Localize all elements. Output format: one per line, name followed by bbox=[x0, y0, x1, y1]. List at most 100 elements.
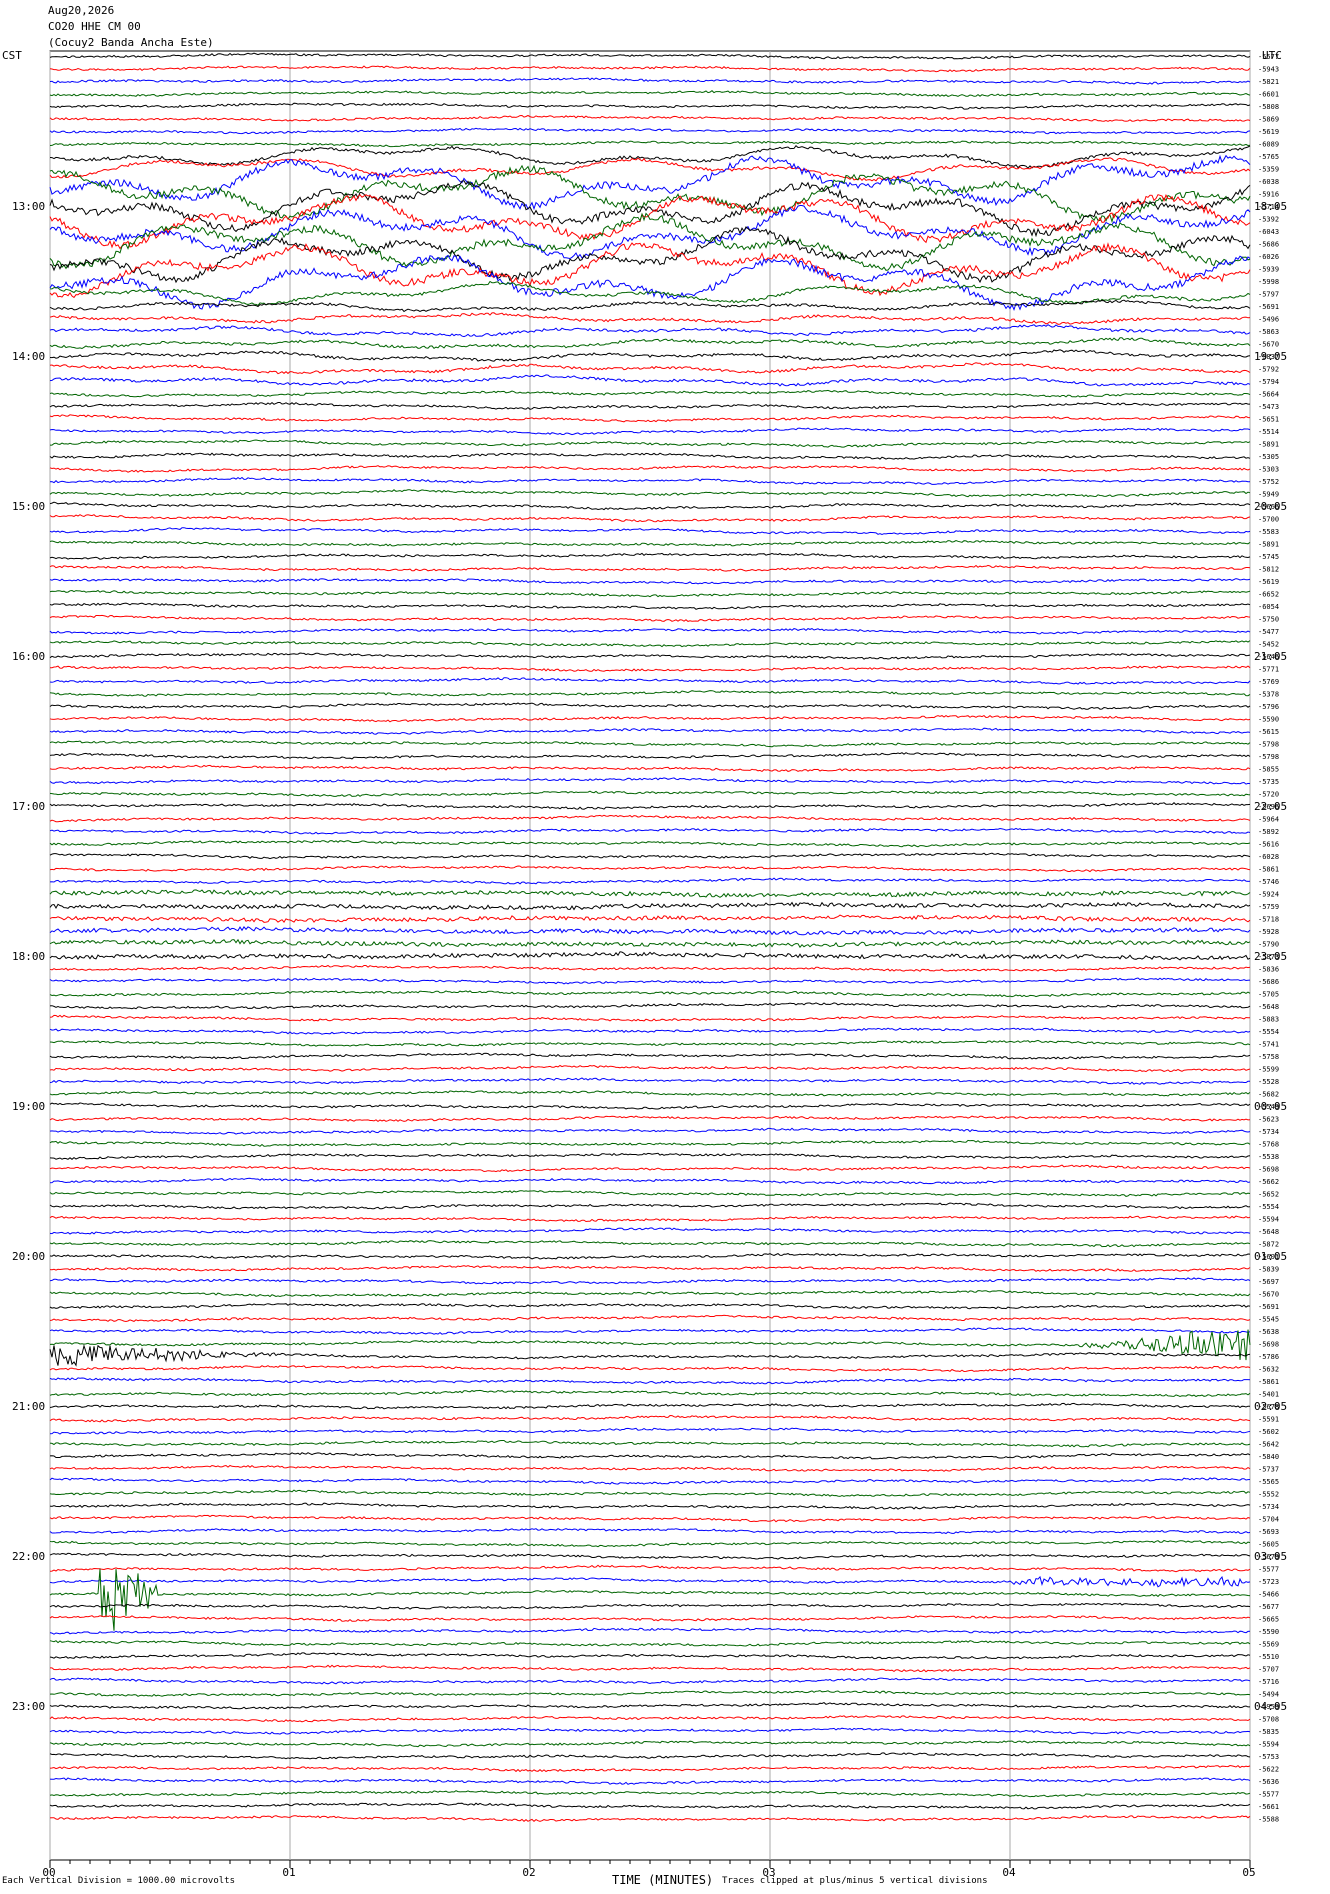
trace-line bbox=[49, 677, 1251, 685]
trace-line bbox=[49, 865, 1251, 873]
trace-line bbox=[49, 212, 1251, 271]
trace-offset-label: -5545 bbox=[1258, 1316, 1279, 1324]
trace-line bbox=[49, 1039, 1251, 1047]
trace-line bbox=[49, 389, 1251, 398]
trace-line bbox=[49, 1377, 1251, 1385]
trace-offset-label: -5836 bbox=[1258, 966, 1279, 974]
trace-line bbox=[49, 1464, 1251, 1472]
trace-line bbox=[49, 1002, 1251, 1010]
trace-offset-label: -5837 bbox=[1258, 353, 1279, 361]
trace-offset-label: -5949 bbox=[1258, 491, 1279, 499]
trace-line bbox=[49, 790, 1251, 797]
trace-offset-label: -5378 bbox=[1258, 691, 1279, 699]
trace-offset-label: -6601 bbox=[1258, 91, 1279, 99]
trace-offset-label: -5554 bbox=[1258, 1028, 1279, 1036]
trace-line bbox=[49, 777, 1251, 785]
trace-offset-label: -5718 bbox=[1258, 916, 1279, 924]
trace-offset-label: -5840 bbox=[1258, 1453, 1279, 1461]
trace-offset-label: -5797 bbox=[1258, 291, 1279, 299]
trace-line bbox=[49, 1715, 1251, 1723]
trace-offset-label: -5601 bbox=[1258, 1253, 1279, 1261]
trace-line bbox=[49, 514, 1251, 523]
trace-line bbox=[49, 180, 1251, 238]
clip-note: Traces clipped at plus/minus 5 vertical … bbox=[722, 1876, 988, 1886]
trace-line bbox=[49, 802, 1251, 810]
trace-line bbox=[49, 401, 1250, 410]
trace-line bbox=[50, 439, 1251, 448]
trace-offset-label: -5554 bbox=[1258, 1203, 1279, 1211]
trace-line bbox=[49, 1575, 1251, 1588]
trace-offset-label: -5591 bbox=[1258, 1416, 1279, 1424]
trace-offset-label: -5577 bbox=[1258, 1791, 1279, 1799]
trace-offset-label: -5741 bbox=[1258, 1041, 1279, 1049]
trace-offset-label: -5752 bbox=[1258, 478, 1279, 486]
trace-offset-label: -5891 bbox=[1258, 541, 1279, 549]
trace-line bbox=[49, 489, 1251, 498]
trace-offset-label: -5839 bbox=[1258, 1266, 1279, 1274]
trace-offset-label: -5716 bbox=[1258, 1678, 1279, 1686]
left-hour-label: 23:00 bbox=[12, 1700, 45, 1713]
trace-offset-label: -5583 bbox=[1258, 528, 1279, 536]
trace-offset-label: -5700 bbox=[1258, 516, 1279, 524]
trace-offset-label: -5528 bbox=[1258, 1078, 1279, 1086]
trace-offset-label: -5771 bbox=[1258, 666, 1279, 674]
trace-line bbox=[49, 65, 1251, 73]
left-hour-label: 22:00 bbox=[12, 1550, 45, 1563]
trace-line bbox=[49, 312, 1251, 325]
trace-line bbox=[49, 1052, 1251, 1060]
trace-line bbox=[49, 1164, 1251, 1173]
trace-line bbox=[49, 1568, 1251, 1631]
trace-offset-label: -5662 bbox=[1258, 1178, 1279, 1186]
trace-offset-label: -5959 bbox=[1258, 1703, 1279, 1711]
left-hour-label: 16:00 bbox=[12, 650, 45, 663]
trace-offset-label: -5401 bbox=[1258, 1391, 1279, 1399]
trace-offset-label: -5697 bbox=[1258, 1278, 1279, 1286]
trace-line bbox=[49, 564, 1251, 572]
trace-line bbox=[49, 901, 1251, 911]
trace-line bbox=[49, 114, 1251, 122]
trace-line bbox=[49, 1452, 1251, 1460]
trace-offset-label: -5869 bbox=[1258, 116, 1279, 124]
trace-line bbox=[49, 1528, 1251, 1535]
trace-offset-label: -5636 bbox=[1258, 1778, 1279, 1786]
trace-offset-label: -5594 bbox=[1258, 1741, 1279, 1749]
trace-line bbox=[49, 1077, 1250, 1085]
trace-line bbox=[49, 1327, 1251, 1335]
trace-line bbox=[49, 52, 1251, 60]
x-tick-label: 04 bbox=[1002, 1866, 1016, 1879]
trace-line bbox=[49, 589, 1251, 598]
trace-line bbox=[49, 1677, 1251, 1685]
trace-offset-label: -5855 bbox=[1258, 766, 1279, 774]
trace-offset-label: -5753 bbox=[1258, 1753, 1279, 1761]
trace-offset-label: -6038 bbox=[1258, 178, 1279, 186]
trace-line bbox=[49, 852, 1251, 860]
trace-line bbox=[49, 964, 1251, 972]
trace-line bbox=[49, 1640, 1251, 1647]
trace-line bbox=[49, 1253, 1251, 1260]
trace-line bbox=[49, 1202, 1251, 1210]
trace-line bbox=[49, 1215, 1251, 1223]
trace-line bbox=[49, 1389, 1251, 1398]
trace-line bbox=[49, 1227, 1251, 1235]
trace-offset-label: -5693 bbox=[1258, 1528, 1279, 1536]
trace-line bbox=[50, 1664, 1251, 1673]
trace-line bbox=[49, 628, 1251, 635]
trace-offset-label: -5496 bbox=[1258, 316, 1279, 324]
trace-offset-label: -5648 bbox=[1258, 1228, 1279, 1236]
trace-line bbox=[49, 374, 1251, 387]
trace-offset-label: -5682 bbox=[1258, 1091, 1279, 1099]
trace-line bbox=[49, 1777, 1251, 1785]
trace-offset-label: -5646 bbox=[1258, 653, 1279, 661]
trace-offset-label: -5514 bbox=[1258, 428, 1279, 436]
x-axis-label: TIME (MINUTES) bbox=[612, 1873, 714, 1887]
trace-offset-label: -5651 bbox=[1258, 416, 1279, 424]
trace-line bbox=[49, 1314, 1251, 1323]
trace-line bbox=[49, 539, 1251, 547]
trace-offset-label: -5939 bbox=[1258, 266, 1279, 274]
trace-offset-label: -5638 bbox=[1258, 1328, 1279, 1336]
trace-offset-label: -5943 bbox=[1258, 66, 1279, 74]
trace-line bbox=[49, 602, 1251, 610]
x-tick-label: 02 bbox=[522, 1866, 535, 1879]
trace-offset-label: -5861 bbox=[1258, 1378, 1279, 1386]
trace-offset-label: -5549 bbox=[1258, 1103, 1279, 1111]
